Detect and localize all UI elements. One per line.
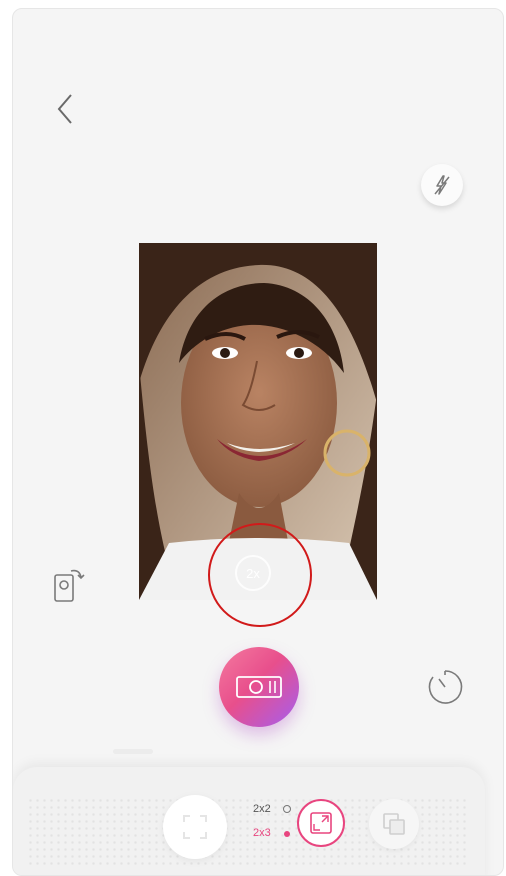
highlight-circle bbox=[208, 523, 312, 627]
size-2x2-indicator bbox=[283, 805, 291, 813]
switch-camera-button[interactable] bbox=[49, 563, 93, 607]
shutter-button[interactable] bbox=[219, 647, 299, 727]
collage-mode-button[interactable] bbox=[369, 799, 419, 849]
flash-toggle-button[interactable] bbox=[421, 164, 463, 206]
fit-frame-mode-button[interactable] bbox=[297, 799, 345, 847]
frame-full-icon bbox=[183, 815, 207, 839]
size-option-2x3[interactable]: 2x3 bbox=[253, 827, 271, 839]
camera-icon bbox=[236, 676, 282, 698]
print-mode-tray: 2x2 2x3 bbox=[13, 767, 485, 875]
timer-button[interactable] bbox=[425, 667, 465, 707]
timer-icon bbox=[428, 670, 463, 704]
collage-icon bbox=[383, 813, 405, 835]
drag-handle[interactable] bbox=[113, 749, 153, 754]
chevron-left-icon bbox=[57, 94, 72, 124]
camera-screen: 2x 2x2 2x3 bbox=[12, 8, 504, 876]
full-frame-mode-button[interactable] bbox=[163, 795, 227, 859]
switch-camera-icon bbox=[54, 569, 85, 602]
size-option-2x2[interactable]: 2x2 bbox=[253, 803, 271, 815]
frame-fit-icon bbox=[310, 812, 332, 834]
size-2x3-indicator bbox=[284, 831, 290, 837]
flash-off-icon bbox=[434, 175, 450, 195]
back-button[interactable] bbox=[55, 91, 77, 127]
